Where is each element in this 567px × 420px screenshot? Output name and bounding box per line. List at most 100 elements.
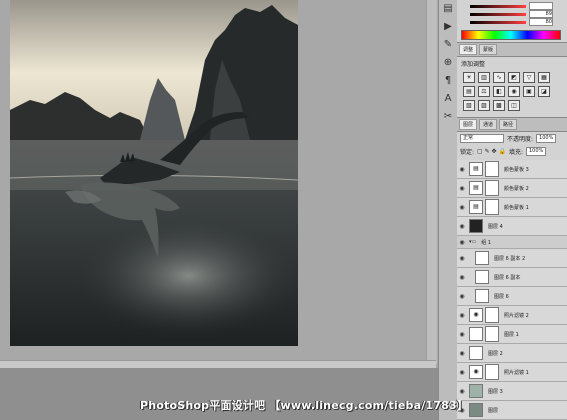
layer-name: 图层 1 [504,331,519,338]
layer-row[interactable]: ◉ ▤ 颜色蒙板 1 [457,198,567,217]
eye-icon[interactable]: ◉ [457,369,467,376]
layer-name: 图层 4 [488,223,503,230]
eye-icon[interactable]: ◉ [457,204,467,211]
layer-row[interactable]: ◉ ◉ 照片滤镜 2 [457,306,567,325]
adjustments-tabs: 调整 蒙版 [457,42,567,57]
posterize-icon[interactable]: ▧ [463,100,475,111]
triangle-icon[interactable]: ▽ [523,72,535,83]
color-slider[interactable] [470,4,526,8]
layer-row[interactable]: ◉ ▤ 颜色蒙板 2 [457,179,567,198]
history-icon[interactable]: ▤ [439,0,457,18]
eye-icon[interactable]: ◉ [457,274,467,281]
threshold-icon[interactable]: ▨ [478,100,490,111]
eye-icon[interactable]: ◉ [457,166,467,173]
layer-row[interactable]: ◉ 图层 6 [457,287,567,306]
eye-icon[interactable]: ◉ [457,312,467,319]
fill-field[interactable]: 100% [525,147,547,156]
eye-icon[interactable]: ◉ [457,185,467,192]
document-canvas-area[interactable] [0,0,438,364]
eye-icon[interactable]: ◉ [457,293,467,300]
opacity-field[interactable]: 100% [536,134,557,143]
layer-row[interactable]: ◉ 图层 6 副本 [457,268,567,287]
color-value-field[interactable]: 80 [529,18,553,26]
adjustments-title: 添加调整 [461,61,486,68]
folder-icon[interactable]: ▾▭ [469,239,476,245]
invert-icon[interactable]: ◪ [538,86,550,97]
layer-thumbnail [475,289,489,303]
layer-name: 颜色蒙板 3 [504,166,529,173]
layer-row[interactable]: ◉ 图层 2 [457,344,567,363]
layer-thumbnail [469,403,483,417]
paragraph-icon[interactable]: ¶ [439,72,457,90]
character-icon[interactable]: A [439,90,457,108]
tab-paths[interactable]: 路径 [499,119,518,130]
layer-thumbnail [469,327,483,341]
layer-row[interactable]: ◉ 图层 4 [457,217,567,236]
vertical-scrollbar[interactable] [426,0,437,364]
layer-name: 颜色蒙板 1 [504,204,529,211]
color-slider[interactable] [470,20,526,24]
adjustment-layer-icon: ◉ [469,308,483,322]
layer-mask-thumb[interactable] [485,307,499,323]
curves-icon[interactable]: ∿ [493,72,505,83]
tools-preset-icon[interactable]: ✂ [439,108,457,126]
clone-source-icon[interactable]: ⊕ [439,54,457,72]
layer-row[interactable]: ◉ 图层 3 [457,382,567,401]
tab-channels[interactable]: 通道 [479,119,498,130]
adjustment-layer-icon: ▤ [469,200,483,214]
eye-icon[interactable]: ◉ [457,388,467,395]
lock-icons[interactable]: ▢ ✎ ✥ 🔒 [477,148,506,155]
actions-icon[interactable]: ▶ [439,18,457,36]
layer-mask-thumb[interactable] [485,199,499,215]
color-row: 80 [461,18,563,26]
channel-mixer-icon[interactable]: ▣ [523,86,535,97]
layer-name: 图层 3 [488,388,503,395]
selective-color-icon[interactable]: ◫ [508,100,520,111]
color-balance-icon[interactable]: ⚖ [478,86,490,97]
lock-label: 锁定: [460,149,475,156]
gradient-map-icon[interactable]: ▩ [493,100,505,111]
color-row [461,2,563,10]
document-image[interactable] [10,0,298,346]
opacity-label: 不透明度: [507,136,534,143]
layer-mask-thumb[interactable] [485,180,499,196]
layer-mask-thumb[interactable] [485,326,499,342]
color-slider[interactable] [470,12,526,16]
brightness-icon[interactable]: ☀ [463,72,475,83]
hue-saturation-icon[interactable]: ▤ [463,86,475,97]
layer-thumbnail [469,384,483,398]
layer-row[interactable]: ◉ ◉ 照片滤镜 1 [457,363,567,382]
adjustment-layer-icon: ▤ [469,181,483,195]
layer-row[interactable]: ◉ 图层 6 副本 2 [457,249,567,268]
levels-icon[interactable]: ▥ [478,72,490,83]
eye-icon[interactable]: ◉ [457,255,467,262]
layer-mask-thumb[interactable] [485,364,499,380]
layer-name: 照片滤镜 1 [504,369,529,376]
tab-layers[interactable]: 图层 [459,119,478,130]
layer-row[interactable]: ◉ 图层 [457,401,567,420]
eye-icon[interactable]: ◉ [457,223,467,230]
layer-row[interactable]: ◉ ▤ 颜色蒙板 3 [457,160,567,179]
color-value-field[interactable]: 89 [529,10,553,18]
layer-group-row[interactable]: ◉ ▾▭ 组 1 [457,236,567,249]
color-value-field[interactable] [529,2,553,10]
eye-icon[interactable]: ◉ [457,239,467,246]
layer-mask-thumb[interactable] [485,161,499,177]
watermark-text: PhotoShop平面设计吧 【www.linecg.com/tieba/178… [140,399,469,412]
photo-filter-icon[interactable]: ◉ [508,86,520,97]
layer-list: ◉ ▤ 颜色蒙板 3 ◉ ▤ 颜色蒙板 2 ◉ ▤ 颜色蒙板 1 ◉ 图层 4 … [457,160,567,420]
layer-name: 图层 [488,407,499,414]
layer-row[interactable]: ◉ 图层 1 [457,325,567,344]
tab-adjustments[interactable]: 调整 [459,44,478,55]
blend-mode-select[interactable]: 正常 [460,134,504,143]
image-artwork [10,0,298,346]
tab-masks[interactable]: 蒙版 [479,44,498,55]
brush-icon[interactable]: ✎ [439,36,457,54]
black-white-icon[interactable]: ◧ [493,86,505,97]
eye-icon[interactable]: ◉ [457,331,467,338]
vibrance-icon[interactable]: ▦ [538,72,550,83]
eye-icon[interactable]: ◉ [457,350,467,357]
color-spectrum-bar[interactable] [461,30,561,40]
exposure-icon[interactable]: ◩ [508,72,520,83]
fill-label: 填充: [508,149,523,156]
